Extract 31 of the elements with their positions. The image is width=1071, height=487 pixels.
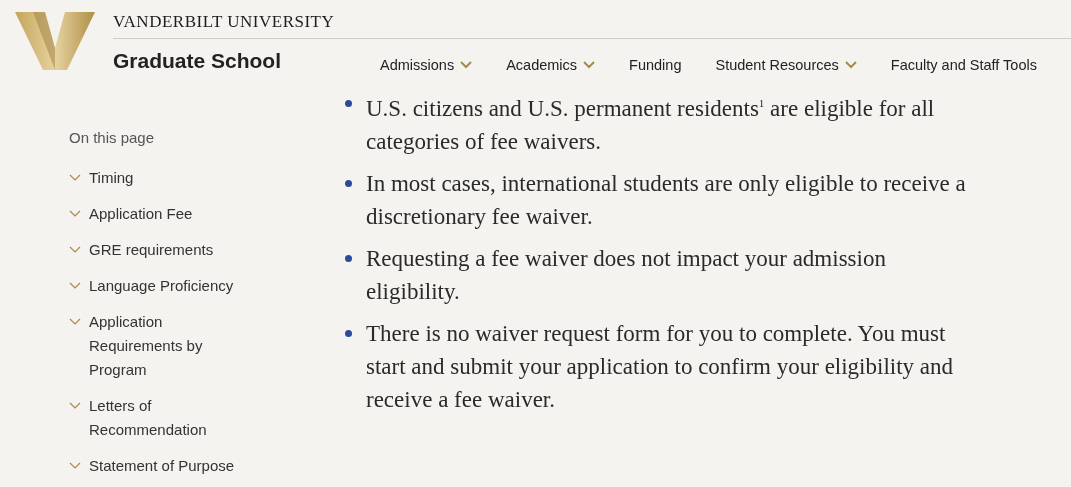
sidebar-link[interactable]: Timing [69,166,249,190]
site-title[interactable]: Graduate School [113,49,380,73]
chevron-down-icon [69,174,81,182]
university-name: VANDERBILT UNIVERSITY [113,12,1071,39]
nav-link[interactable]: Faculty and Staff Tools [890,57,1037,73]
sidebar-link[interactable]: Statement of Purpose [69,454,249,478]
bullet-text: U.S. citizens and U.S. permanent residents$^{1}$ are eligible for all categories of fee waivers. [366,94,936,156]
logo-icon [15,12,95,70]
chevron-down-icon [69,282,81,290]
sidebar-link[interactable]: Language Proficiency [69,274,249,298]
sidebar-link[interactable]: Letters of Recommendation [69,394,249,442]
bullet-dot [345,100,352,107]
sidebar-link[interactable]: GRE requirements [69,238,249,262]
nav-link[interactable]: Funding [629,57,682,73]
nav-link[interactable]: Admissions [380,57,473,73]
bullet-dot [345,179,352,187]
chevron-down-icon [69,402,81,410]
chevron-down-icon [69,318,81,326]
bullet-dot [345,329,352,337]
sidebar-link[interactable]: Application Fee [69,202,249,226]
chevron-down-icon [69,462,81,470]
chevron-down-icon [69,246,81,254]
nav-link[interactable]: Academics [506,57,596,73]
bullet-dot [345,254,352,262]
chevron-down-icon [69,210,81,218]
bullet-text: Requesting a fee waiver does not impact your admission eligibility. [366,244,887,306]
nav-link[interactable]: Student Resources [715,57,857,73]
bullet-text: There is no waiver request form for you to complete. You must start and submit your application to confirm your eligibility and receive a fee waiver. [366,319,955,414]
sidebar-link[interactable]: Application Requirements by Program [69,310,249,382]
bullet-text: In most cases, international students are only eligible to receive a discretionary fee waiver. [366,169,967,231]
sidebar-title: On this page [69,129,156,146]
